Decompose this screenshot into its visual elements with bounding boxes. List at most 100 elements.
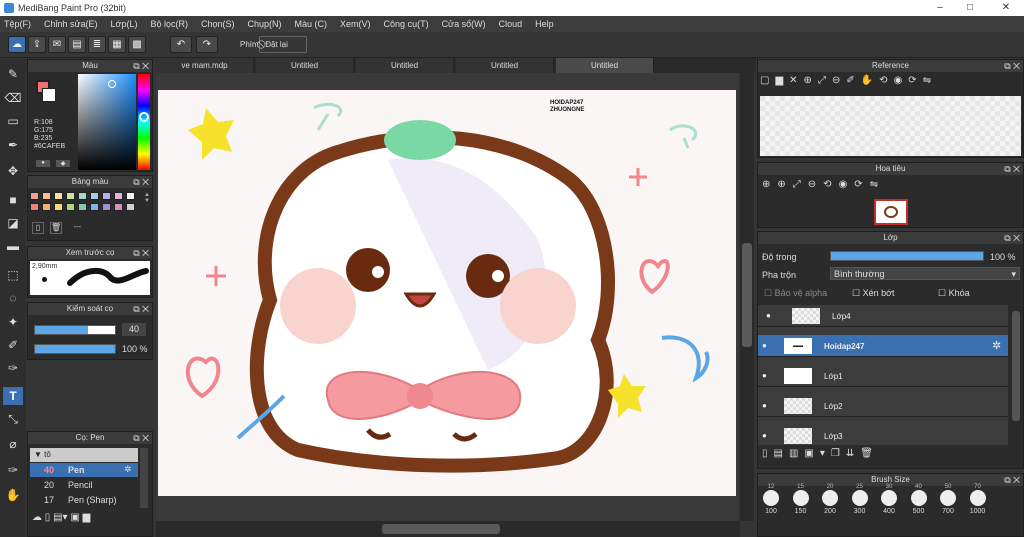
- eye-icon[interactable]: ●: [762, 431, 767, 440]
- lasso-tool-icon[interactable]: ◌: [3, 289, 23, 307]
- brush-size-option[interactable]: 50 700: [937, 484, 959, 515]
- palette-swatch[interactable]: [66, 192, 75, 200]
- flip-icon[interactable]: ⇋: [923, 75, 937, 86]
- new-reference-icon[interactable]: ▢: [760, 75, 775, 86]
- close-button[interactable]: ✕: [996, 2, 1016, 13]
- reset-button[interactable]: ⃠ Đặt lại: [259, 36, 307, 53]
- eye-icon[interactable]: ●: [762, 401, 767, 410]
- horizontal-scrollbar[interactable]: [156, 521, 740, 537]
- edit-brush-icon[interactable]: ▣: [70, 512, 79, 523]
- close-icon[interactable]: ⧉ ✕: [1004, 60, 1020, 72]
- minimize-button[interactable]: –: [930, 2, 950, 13]
- folder-icon[interactable]: ▆: [83, 512, 91, 523]
- opacity-slider[interactable]: [34, 344, 116, 354]
- rotate-left-icon[interactable]: ⟲: [879, 75, 893, 86]
- undo-icon[interactable]: ↶: [170, 36, 192, 53]
- palette-swatch[interactable]: [54, 203, 63, 211]
- rotate-right-icon[interactable]: ⟳: [908, 75, 922, 86]
- dropper-tool-icon[interactable]: ⌀: [3, 435, 23, 453]
- brush-item-pen[interactable]: 40 Pen ✲: [30, 463, 138, 477]
- reference-view[interactable]: [760, 96, 1021, 156]
- eraser-tool-icon[interactable]: ⌫: [3, 89, 23, 107]
- page-icon[interactable]: ▤: [68, 36, 86, 53]
- layer-row-lop4[interactable]: ● Lớp4: [758, 305, 1008, 327]
- tab-untitled-3[interactable]: Untitled: [456, 58, 554, 73]
- zoom-in-icon[interactable]: ⊕: [777, 179, 792, 190]
- palette-swatch[interactable]: [30, 203, 39, 211]
- menu-color[interactable]: Màu (C): [295, 19, 328, 29]
- operation-tool-icon[interactable]: ⤡: [3, 410, 23, 428]
- palette-swatch[interactable]: [42, 192, 51, 200]
- close-icon[interactable]: ⧉ ✕: [133, 303, 149, 315]
- brush-size-option[interactable]: 20 200: [819, 484, 841, 515]
- new-brush-icon[interactable]: ▯: [45, 512, 51, 523]
- brush-size-option[interactable]: 15 150: [790, 484, 812, 515]
- close-icon[interactable]: ⧉ ✕: [133, 176, 149, 188]
- brush-size-option[interactable]: 70 1000: [967, 484, 989, 515]
- lock-checkbox[interactable]: ☐ Khóa: [938, 288, 970, 299]
- palette-scroll[interactable]: ▲ ▼: [143, 192, 151, 214]
- brush-size-option[interactable]: 25 300: [849, 484, 871, 515]
- select-eraser-icon[interactable]: ✑: [3, 359, 23, 377]
- layer-opacity-slider[interactable]: [830, 251, 984, 261]
- menu-help[interactable]: Help: [535, 19, 554, 29]
- menu-layer[interactable]: Lớp(L): [111, 19, 138, 29]
- color-mode-icon[interactable]: ●: [36, 160, 50, 167]
- zoom-in-icon[interactable]: ⊕: [804, 75, 818, 86]
- dropper-icon[interactable]: ✐: [846, 75, 860, 86]
- open-folder-icon[interactable]: ▆: [775, 75, 789, 86]
- gear-icon[interactable]: ✲: [992, 339, 1001, 352]
- maximize-button[interactable]: □: [960, 2, 980, 13]
- menu-snap[interactable]: Chụp(N): [248, 19, 282, 29]
- magic-wand-icon[interactable]: ✦: [3, 313, 23, 331]
- add-brush-icon[interactable]: ▤▾: [53, 512, 67, 523]
- new-palette-icon[interactable]: ▯: [32, 222, 44, 234]
- layer-scrollbar[interactable]: [1010, 305, 1022, 445]
- palette-swatch[interactable]: [126, 203, 135, 211]
- tab-untitled-2[interactable]: Untitled: [356, 58, 454, 73]
- hue-cursor[interactable]: [139, 112, 149, 122]
- rotate-left-icon[interactable]: ⟲: [823, 179, 838, 190]
- layer-row-lop3[interactable]: ● Lớp3: [758, 425, 1008, 445]
- menu-edit[interactable]: Chỉnh sửa(E): [44, 19, 98, 29]
- move-tool-icon[interactable]: ✥: [3, 162, 23, 180]
- clipping-checkbox[interactable]: ☐ Xén bớt: [852, 288, 895, 299]
- duplicate-layer-icon[interactable]: ❐: [831, 448, 846, 459]
- eye-icon[interactable]: ●: [762, 341, 767, 350]
- palette-swatch[interactable]: [114, 203, 123, 211]
- brush-size-option[interactable]: 30 400: [878, 484, 900, 515]
- grid2-icon[interactable]: ▩: [128, 36, 146, 53]
- brush-size-option[interactable]: 40 500: [908, 484, 930, 515]
- close-icon[interactable]: ⧉ ✕: [1004, 474, 1020, 486]
- fit-icon[interactable]: ⤢: [818, 75, 832, 86]
- share-icon[interactable]: ⇪: [28, 36, 46, 53]
- add-layer-menu-icon[interactable]: ▣▾: [804, 448, 830, 459]
- cloud-brush-icon[interactable]: ☁: [32, 512, 42, 523]
- cloud-icon[interactable]: ☁: [8, 36, 26, 53]
- close-icon[interactable]: ⧉ ✕: [133, 247, 149, 259]
- size-value[interactable]: 40: [122, 323, 146, 336]
- protect-alpha-checkbox[interactable]: ☐ Bảo vệ alpha: [764, 288, 827, 299]
- zoom-icon[interactable]: ⊕: [762, 179, 777, 190]
- zoom-out-icon[interactable]: ⊖: [808, 179, 823, 190]
- layer-row-lop2[interactable]: ● Lớp2: [758, 395, 1008, 417]
- palette-swatch[interactable]: [90, 203, 99, 211]
- menu-select[interactable]: Chọn(S): [201, 19, 235, 29]
- brush-item-pen-sharp[interactable]: 17 Pen (Sharp): [30, 493, 138, 507]
- hue-slider[interactable]: [138, 74, 150, 170]
- merge-layer-icon[interactable]: ⇊: [846, 448, 860, 459]
- palette-swatch[interactable]: [114, 192, 123, 200]
- gear-icon[interactable]: ✲: [124, 464, 132, 475]
- navigator-thumbnail[interactable]: [874, 199, 908, 225]
- pen-tool-icon[interactable]: ✒: [3, 136, 23, 154]
- hand-tool-icon[interactable]: ✋: [3, 486, 23, 504]
- palette-swatch[interactable]: [30, 192, 39, 200]
- reset-icon[interactable]: ◉: [894, 75, 909, 86]
- palette-swatch[interactable]: [102, 192, 111, 200]
- delete-palette-icon[interactable]: 🗑: [50, 222, 62, 234]
- brush-size-option[interactable]: 12 100: [760, 484, 782, 515]
- fill-rect-tool-icon[interactable]: ■: [3, 191, 23, 209]
- palette-swatch[interactable]: [102, 203, 111, 211]
- hand-icon[interactable]: ✋: [861, 75, 879, 86]
- palette-swatch[interactable]: [42, 203, 51, 211]
